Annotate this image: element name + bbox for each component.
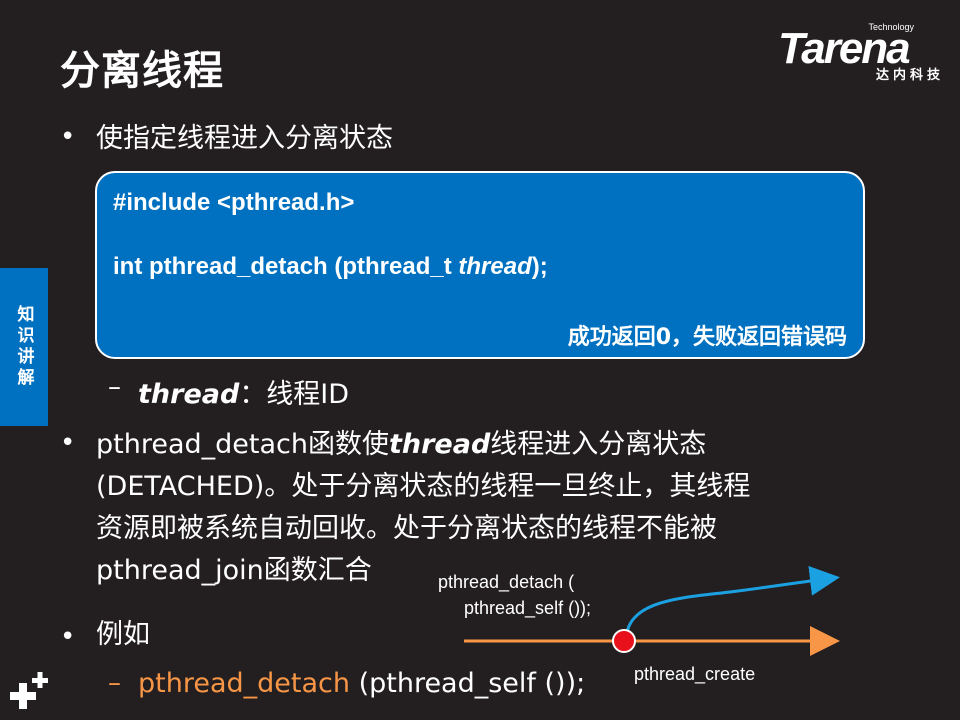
bullet-text-1: 使指定线程进入分离状态 (96, 123, 393, 154)
param-name: thread (138, 379, 240, 410)
slide-title: 分离线程 (60, 48, 224, 94)
code-prototype-prefix: int pthread_detach (pthread_t (113, 253, 459, 280)
bullet-icon: • (60, 622, 76, 652)
bullet-text-3: 例如 (96, 619, 150, 650)
knowledge-tab-label: 知识讲解 (13, 305, 34, 389)
bullet-icon: • (60, 122, 76, 152)
code-prototype-suffix: ); (531, 253, 548, 280)
create-label: pthread_create (634, 664, 756, 684)
logo-chinese-name: 达内科技 (875, 68, 944, 83)
thread-diagram: pthread_detach ( pthread_self ()); pthre… (430, 560, 860, 700)
bullet-icon: • (60, 428, 76, 458)
detach-label-line-1: pthread_detach ( (438, 572, 575, 592)
detached-thread-arrow (624, 565, 840, 642)
code-prototype: int pthread_detach (pthread_t thread); (113, 253, 548, 281)
param-dash: – (108, 372, 121, 402)
thread-fork-dot (612, 629, 636, 653)
param-desc: ：线程ID (239, 379, 350, 410)
bullet-2-line-2: (DETACHED)。处于分离状态的线程一旦终止，其线程 (96, 471, 751, 502)
bullet-2-line-1: pthread_detach函数使thread线程进入分离状态 (96, 424, 876, 466)
code-box: #include <pthread.h> int pthread_detach … (95, 171, 865, 359)
example-func: pthread_detach (138, 668, 350, 699)
slide: 分离线程 Technology Tarena 达内科技 知识讲解 • 使指定线程… (0, 0, 960, 720)
bullet-2-suffix: 线程进入分离状态 (490, 429, 707, 460)
bullet-2-prefix: pthread_detach函数使 (96, 429, 389, 460)
bullet-2-line-3: 资源即被系统自动回收。处于分离状态的线程不能被 (96, 513, 717, 544)
code-return-note: 成功返回0，失败返回错误码 (567, 325, 847, 350)
example-dash: – (108, 668, 121, 698)
bullet-2-param: thread (388, 429, 491, 460)
code-param-name: thread (458, 253, 532, 280)
detach-label-line-2: pthread_self ()); (464, 598, 592, 618)
code-include: #include <pthread.h> (113, 189, 355, 216)
knowledge-tab: 知识讲解 (0, 268, 48, 426)
tarena-logo: Technology Tarena 达内科技 (778, 22, 948, 84)
param-description: thread：线程ID (138, 372, 349, 411)
plus-icon (10, 672, 48, 709)
